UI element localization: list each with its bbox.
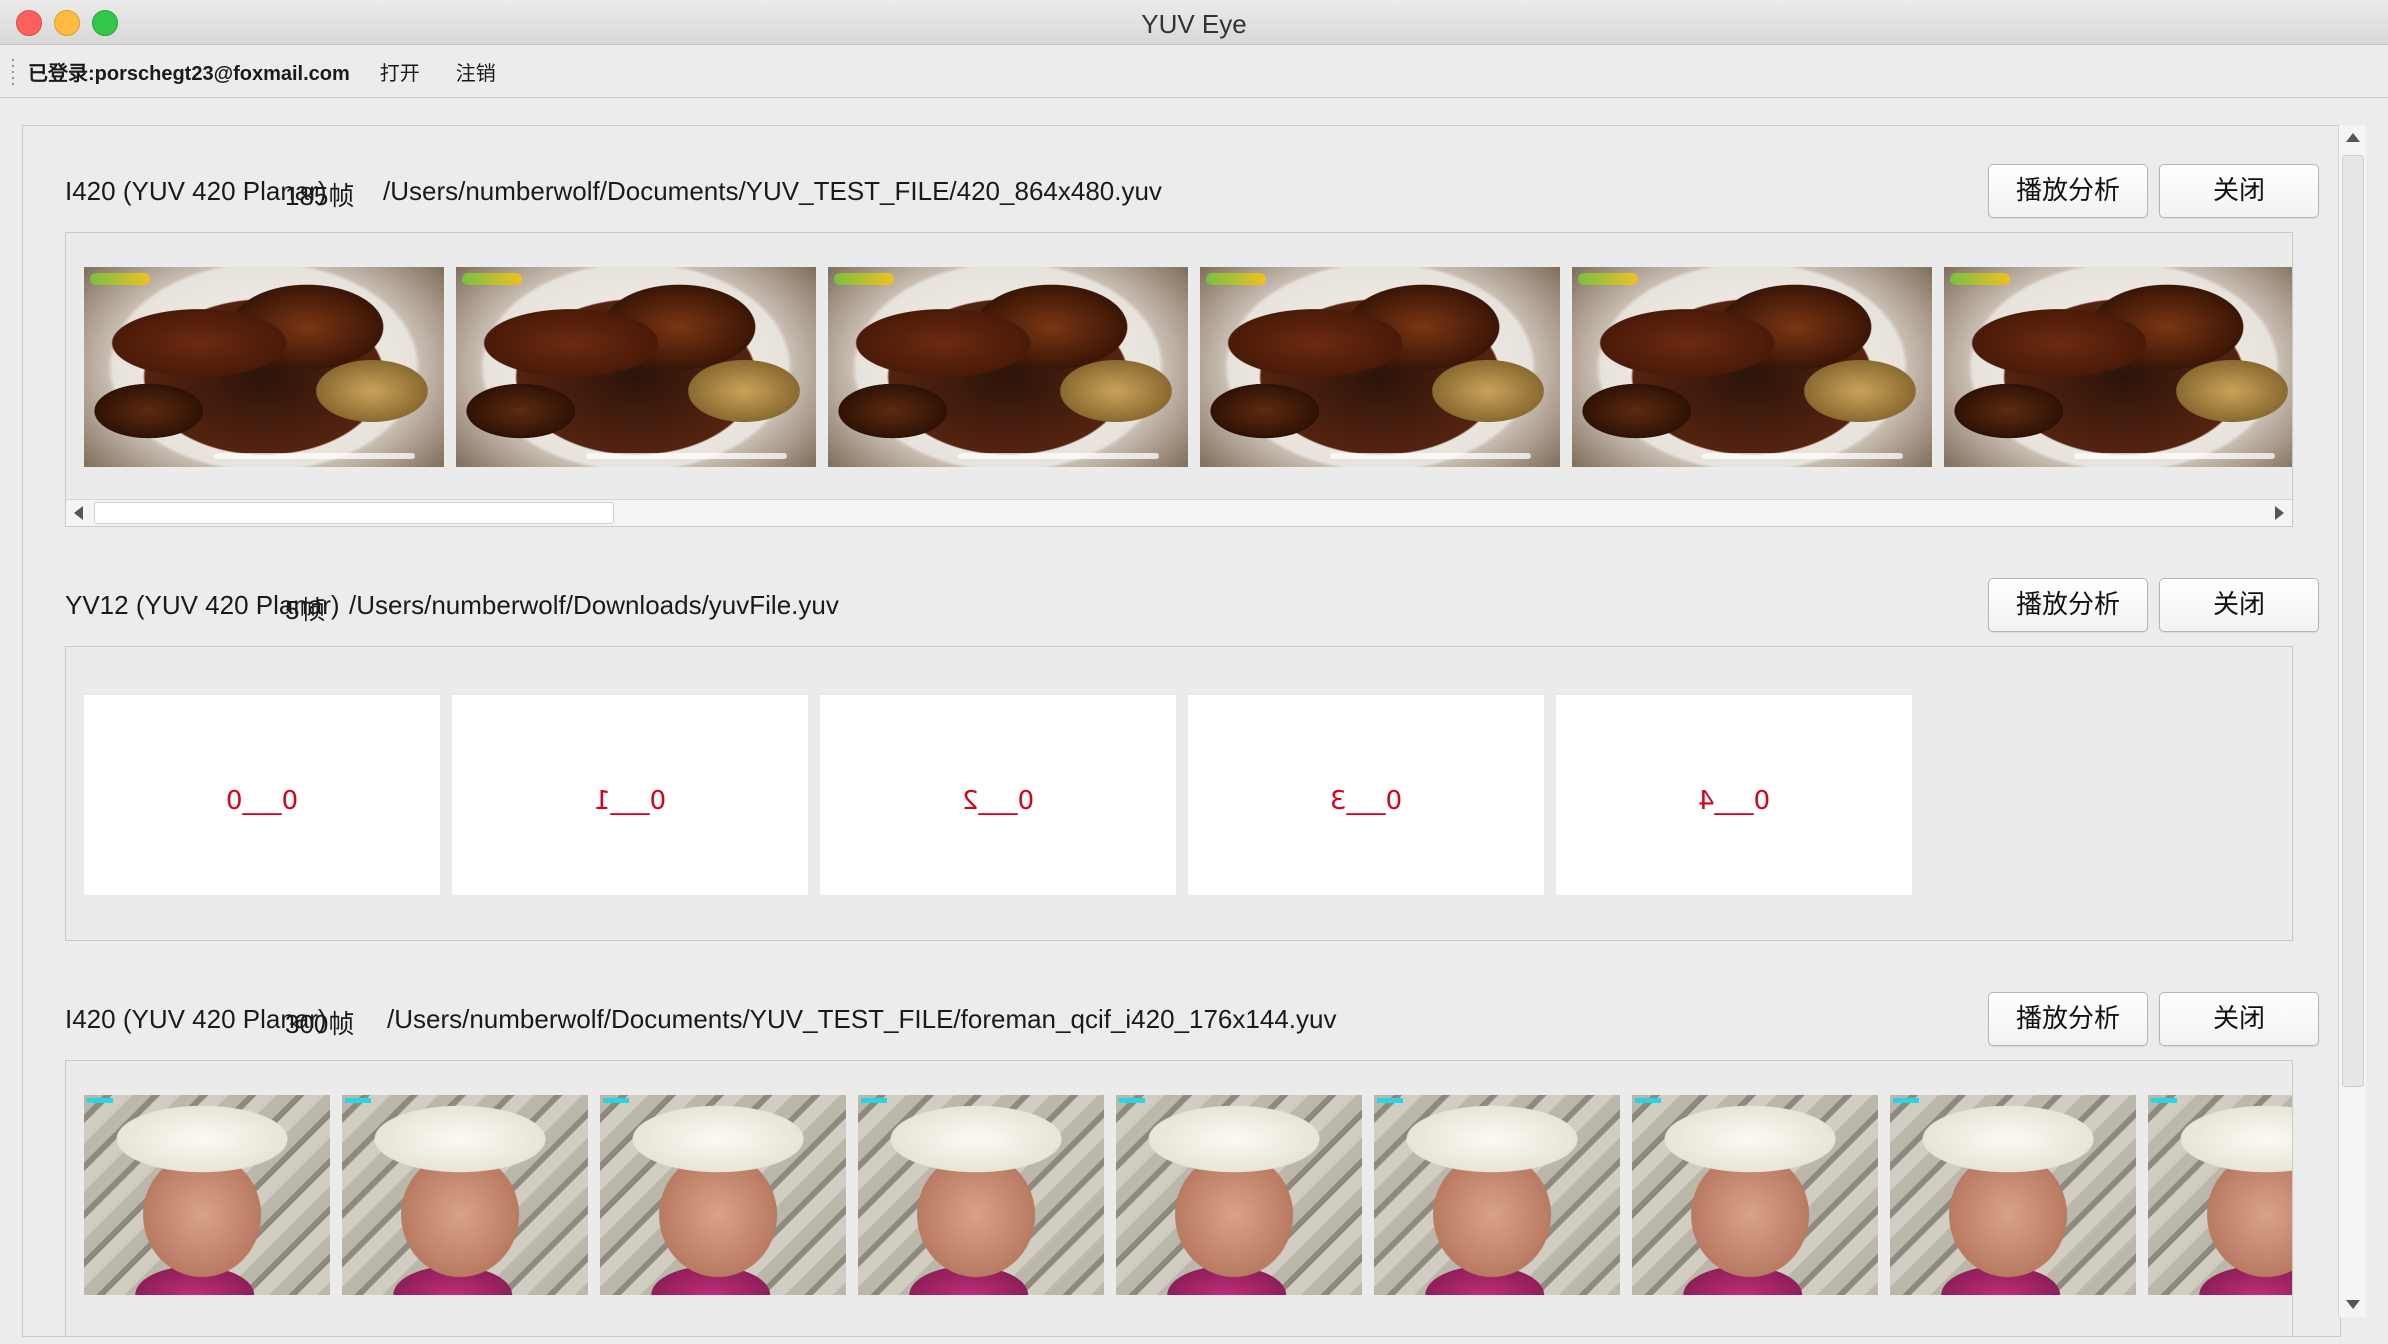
scroll-right-icon[interactable] bbox=[2275, 506, 2284, 520]
scrollbar-thumb[interactable] bbox=[2342, 155, 2364, 1087]
frame-thumbnail[interactable]: 0___2 bbox=[820, 695, 1176, 895]
scroll-up-icon[interactable] bbox=[2346, 133, 2360, 142]
frame-label: 0___4 bbox=[1697, 786, 1771, 816]
file-frame-count: 5帧 bbox=[285, 595, 326, 625]
open-action[interactable]: 打开 bbox=[374, 53, 426, 90]
close-file-button[interactable]: 关闭 bbox=[2159, 992, 2319, 1046]
close-file-button[interactable]: 关闭 bbox=[2159, 578, 2319, 632]
file-header: YV12 (YUV 420 Planar) 5帧 /Users/numberwo… bbox=[65, 578, 2319, 632]
file-header: I420 (YUV 420 Planar) 185帧 /Users/number… bbox=[65, 164, 2319, 218]
close-file-button[interactable]: 关闭 bbox=[2159, 164, 2319, 218]
frame-thumbnail[interactable] bbox=[600, 1095, 846, 1295]
file-section: I420 (YUV 420 Planar) 300帧 /Users/number… bbox=[65, 992, 2319, 1336]
frame-strip bbox=[84, 1095, 2292, 1295]
frame-thumbnail[interactable]: 0___4 bbox=[1556, 695, 1912, 895]
frame-label: 0___1 bbox=[593, 786, 667, 816]
file-list-panel: I420 (YUV 420 Planar) 185帧 /Users/number… bbox=[22, 125, 2341, 1337]
toolbar: 已登录:porschegt23@foxmail.com 打开 注销 bbox=[0, 45, 2388, 98]
vertical-scrollbar[interactable] bbox=[2338, 125, 2366, 1317]
frame-label: 0___0 bbox=[225, 786, 299, 816]
frame-thumbnail[interactable] bbox=[456, 267, 816, 467]
frame-thumbnail[interactable]: 0___3 bbox=[1188, 695, 1544, 895]
file-section: YV12 (YUV 420 Planar) 5帧 /Users/numberwo… bbox=[65, 578, 2319, 941]
file-path: /Users/numberwolf/Downloads/yuvFile.yuv bbox=[349, 590, 839, 620]
file-path: /Users/numberwolf/Documents/YUV_TEST_FIL… bbox=[387, 1004, 1337, 1034]
frame-thumbnail[interactable] bbox=[858, 1095, 1104, 1295]
frame-thumbnail[interactable] bbox=[1944, 267, 2292, 467]
frame-thumbnail[interactable] bbox=[84, 1095, 330, 1295]
scroll-down-icon[interactable] bbox=[2346, 1300, 2360, 1309]
frame-strip: 0___0 0___1 0___2 0___3 0___4 bbox=[84, 695, 1912, 895]
file-path: /Users/numberwolf/Documents/YUV_TEST_FIL… bbox=[383, 176, 1162, 206]
frame-thumbnail[interactable] bbox=[342, 1095, 588, 1295]
frame-thumbnail[interactable] bbox=[1374, 1095, 1620, 1295]
horizontal-scrollbar[interactable] bbox=[66, 499, 2292, 526]
scrollbar-thumb[interactable] bbox=[94, 502, 614, 524]
frame-label: 0___3 bbox=[1329, 786, 1403, 816]
title-bar[interactable]: YUV Eye bbox=[0, 0, 2388, 45]
play-analyze-button[interactable]: 播放分析 bbox=[1988, 164, 2148, 218]
frame-strip-box bbox=[65, 232, 2293, 527]
frame-thumbnail[interactable] bbox=[828, 267, 1188, 467]
file-section: I420 (YUV 420 Planar) 185帧 /Users/number… bbox=[65, 164, 2319, 527]
toolbar-grip-icon[interactable] bbox=[10, 57, 16, 85]
frame-thumbnail[interactable] bbox=[2148, 1095, 2292, 1295]
frame-thumbnail[interactable]: 0___0 bbox=[84, 695, 440, 895]
frame-strip-box: 0___0 0___1 0___2 0___3 0___4 bbox=[65, 646, 2293, 941]
file-frame-count: 185帧 bbox=[285, 181, 355, 211]
file-header: I420 (YUV 420 Planar) 300帧 /Users/number… bbox=[65, 992, 2319, 1046]
frame-thumbnail[interactable]: 0___1 bbox=[452, 695, 808, 895]
login-status: 已登录:porschegt23@foxmail.com bbox=[28, 62, 350, 85]
frame-thumbnail[interactable] bbox=[84, 267, 444, 467]
frame-strip bbox=[84, 267, 2292, 467]
frame-thumbnail[interactable] bbox=[1116, 1095, 1362, 1295]
app-window: YUV Eye 已登录:porschegt23@foxmail.com 打开 注… bbox=[0, 0, 2388, 1344]
frame-thumbnail[interactable] bbox=[1890, 1095, 2136, 1295]
frame-thumbnail[interactable] bbox=[1572, 267, 1932, 467]
file-frame-count: 300帧 bbox=[285, 1009, 355, 1039]
logout-action[interactable]: 注销 bbox=[450, 53, 502, 90]
frame-label: 0___2 bbox=[961, 786, 1035, 816]
frame-thumbnail[interactable] bbox=[1200, 267, 1560, 467]
play-analyze-button[interactable]: 播放分析 bbox=[1988, 578, 2148, 632]
play-analyze-button[interactable]: 播放分析 bbox=[1988, 992, 2148, 1046]
scroll-left-icon[interactable] bbox=[74, 506, 83, 520]
frame-strip-box bbox=[65, 1060, 2293, 1336]
frame-thumbnail[interactable] bbox=[1632, 1095, 1878, 1295]
window-title: YUV Eye bbox=[1141, 9, 1247, 39]
